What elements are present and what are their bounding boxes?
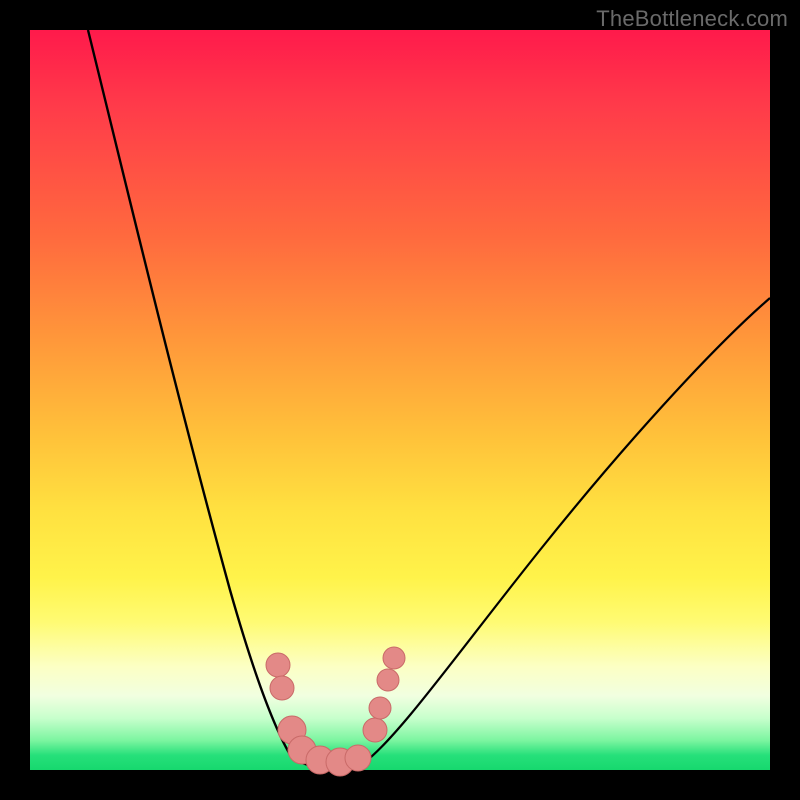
chart-svg (30, 30, 770, 770)
chart-plot-area (30, 30, 770, 770)
marker-cluster-left (266, 653, 354, 776)
curve-right-branch (365, 298, 770, 762)
chart-frame: TheBottleneck.com (0, 0, 800, 800)
curve-left-branch (88, 30, 292, 758)
watermark-text: TheBottleneck.com (596, 6, 788, 32)
